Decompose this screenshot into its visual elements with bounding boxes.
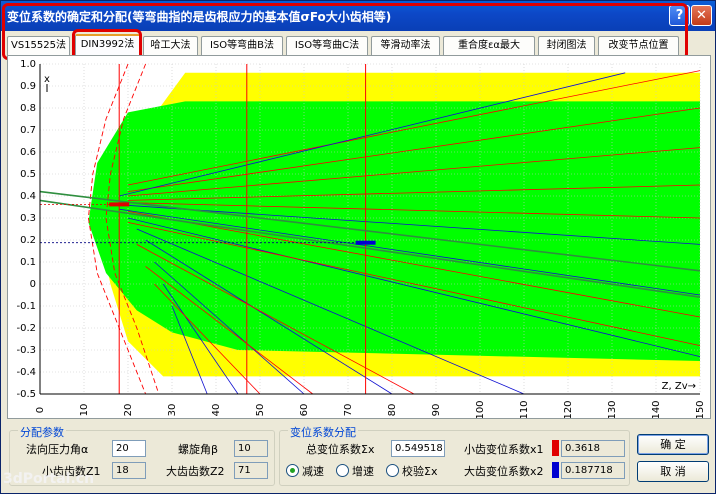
x-tick-label: 150 <box>695 400 706 418</box>
y-tick-label: -0.2 <box>16 323 36 334</box>
z2-label: 大齿齿数Z2 <box>166 465 225 478</box>
mode-increase-label[interactable]: 增速 <box>352 463 374 479</box>
chart-area: 1.0 0.9 0.8 0.7 0.6 0.5 0.4 0.3 0.2 0.1 0 -0.1 -0.2 -… <box>7 55 711 419</box>
y-tick-label: 0.1 <box>20 257 36 268</box>
y-tick-label: -0.1 <box>16 301 36 312</box>
y-tick-label: 0.2 <box>20 235 36 246</box>
x-tick-label: 80 <box>387 404 398 417</box>
tab-contact-ratio[interactable]: 重合度εα最大 <box>443 36 535 55</box>
green-region <box>88 101 700 362</box>
x-tick-label: 130 <box>607 400 618 418</box>
tab-pitch-point[interactable]: 改变节点位置 <box>598 36 679 55</box>
x-tick-label: 100 <box>475 400 486 418</box>
tab-hit[interactable]: 哈工大法 <box>143 36 198 55</box>
helix-angle-label: 螺旋角β <box>178 443 219 456</box>
y-tick-label: -0.4 <box>16 367 36 378</box>
x-tick-label: 120 <box>563 400 574 418</box>
x-axis-label: Z, Zv→ <box>662 381 696 392</box>
x-tick-label: 60 <box>299 404 310 417</box>
x-tick-label: 0 <box>35 407 46 413</box>
mode-check-label[interactable]: 校验Σx <box>402 463 437 479</box>
x1-field: 0.3618 <box>561 440 625 457</box>
z2-field: 71 <box>234 462 268 479</box>
y-tick-label: 0.8 <box>20 103 36 114</box>
dialog-window: 变位系数的确定和分配(等弯曲指的是齿根应力的基本值σFo大小齿相等) ? ✕ V… <box>0 0 716 494</box>
mode-increase-radio[interactable] <box>336 464 349 477</box>
close-button[interactable]: ✕ <box>691 5 712 26</box>
y-tick-label: 0.5 <box>20 169 36 180</box>
shift-distribution-title: 变位系数分配 <box>288 424 358 440</box>
ok-button[interactable]: 确 定 <box>637 434 709 455</box>
mode-check-radio[interactable] <box>386 464 399 477</box>
shift-distribution-group: 变位系数分配 总变位系数Σx 0.549518 小齿变位系数x1 0.3618 … <box>279 424 630 486</box>
watermark-text: 3dPortal.cn <box>3 471 95 487</box>
y-tick-label: 0.6 <box>20 147 36 158</box>
cancel-button[interactable]: 取 消 <box>637 461 709 482</box>
distribution-params-title: 分配参数 <box>18 424 66 440</box>
z1-field: 18 <box>112 462 146 479</box>
y-tick-label: 1.0 <box>20 59 36 70</box>
y-axis-label: x <box>44 74 50 85</box>
mode-reduce-label[interactable]: 减速 <box>302 463 324 479</box>
y-tick-label: -0.3 <box>16 345 36 356</box>
y-tick-label: 0.9 <box>20 81 36 92</box>
mode-reduce-radio[interactable] <box>286 464 299 477</box>
shift-coefficient-chart: 1.0 0.9 0.8 0.7 0.6 0.5 0.4 0.3 0.2 0.1 0 -0.1 -0.2 -… <box>16 59 706 418</box>
total-shift-label: 总变位系数Σx <box>306 443 375 456</box>
y-tick-label: -0.5 <box>16 389 36 400</box>
x-tick-label: 70 <box>343 404 354 417</box>
pressure-angle-field[interactable]: 20 <box>112 440 146 457</box>
x-tick-label: 50 <box>255 404 266 417</box>
tab-closed-chart[interactable]: 封闭图法 <box>538 36 595 55</box>
x-tick-label: 90 <box>431 404 442 417</box>
x2-label: 大齿变位系数x2 <box>464 465 544 478</box>
x-tick-label: 20 <box>123 404 134 417</box>
tab-iso-c[interactable]: ISO等弯曲C法 <box>286 36 368 55</box>
total-shift-field[interactable]: 0.549518 <box>391 440 445 457</box>
y-tick-label: 0 <box>30 279 36 290</box>
tab-iso-b[interactable]: ISO等弯曲B法 <box>201 36 283 55</box>
y-tick-label: 0.3 <box>20 213 36 224</box>
x2-color-swatch <box>552 462 559 478</box>
x2-field: 0.187718 <box>561 462 625 479</box>
pressure-angle-label: 法向压力角α <box>26 443 89 456</box>
x1-color-swatch <box>552 440 559 456</box>
x-tick-label: 40 <box>211 404 222 417</box>
x1-label: 小齿变位系数x1 <box>464 443 544 456</box>
x-tick-label: 140 <box>651 400 662 418</box>
x-tick-label: 30 <box>167 404 178 417</box>
helix-angle-field: 10 <box>234 440 268 457</box>
y-tick-label: 0.4 <box>20 191 36 202</box>
tab-vs15525[interactable]: VS15525法 <box>7 36 70 55</box>
marker-bar <box>109 202 130 207</box>
marker-bar <box>355 240 376 245</box>
y-tick-label: 0.7 <box>20 125 36 136</box>
tab-equal-slide[interactable]: 等滑动率法 <box>371 36 440 55</box>
x-tick-label: 10 <box>79 404 90 417</box>
x-tick-label: 110 <box>519 400 530 418</box>
